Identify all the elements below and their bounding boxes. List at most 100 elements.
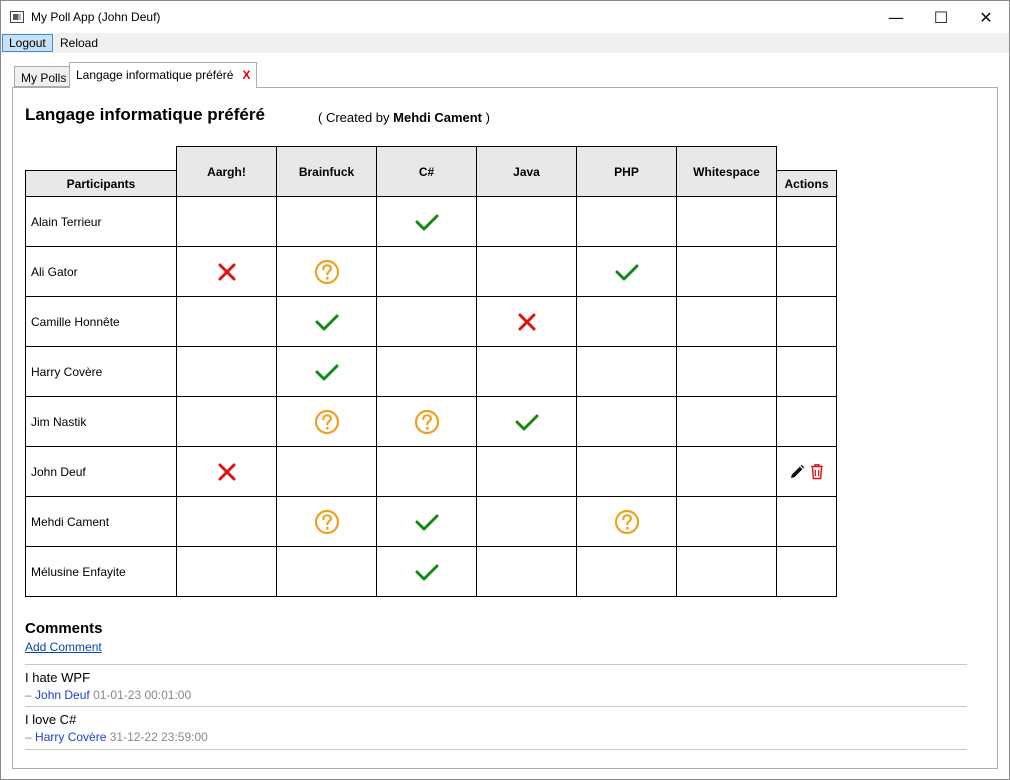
vote-cell — [676, 396, 777, 447]
vote-cell — [476, 396, 577, 447]
trash-icon[interactable] — [809, 463, 825, 480]
tab-my-polls[interactable]: My Polls — [14, 66, 74, 87]
vote-cell — [676, 296, 777, 347]
choice-header-label: Aargh! — [207, 164, 246, 179]
comments-title: Comments — [25, 620, 103, 637]
vote-cell — [176, 546, 277, 597]
vote-cell — [276, 496, 377, 547]
vote-cell — [176, 246, 277, 297]
vote-cell — [476, 346, 577, 397]
vote-cell — [576, 396, 677, 447]
vote-cell — [276, 296, 377, 347]
vote-cell — [276, 546, 377, 597]
participant-name-cell: Alain Terrieur — [25, 196, 177, 247]
choice-header-label: C# — [418, 164, 435, 179]
app-icon — [10, 11, 24, 23]
participant-name: Mélusine Enfayite — [31, 564, 126, 579]
close-window-button[interactable]: ✕ — [963, 1, 1009, 33]
actions-cell — [776, 296, 837, 347]
menu-bar: Logout Reload — [1, 33, 1009, 53]
vote-cell — [576, 296, 677, 347]
participant-name: Mehdi Cament — [31, 514, 110, 529]
participant-name-cell: Mehdi Cament — [25, 496, 177, 547]
window-title: My Poll App (John Deuf) — [31, 10, 161, 24]
tab-close-button[interactable]: X — [242, 68, 250, 82]
participant-name-cell: Camille Honnête — [25, 296, 177, 347]
vote-cell — [576, 446, 677, 497]
vote-cell — [176, 346, 277, 397]
comment-meta: – John Deuf 01-01-23 00:01:00 — [25, 688, 191, 702]
participant-name-cell: Jim Nastik — [25, 396, 177, 447]
participant-name-cell: Harry Covère — [25, 346, 177, 397]
participants-header-label: Participants — [66, 176, 136, 191]
menu-logout[interactable]: Logout — [2, 34, 53, 52]
vote-cell — [476, 296, 577, 347]
vote-cell — [276, 396, 377, 447]
check-icon — [315, 314, 338, 330]
vote-cell — [676, 196, 777, 247]
pencil-icon[interactable] — [789, 464, 805, 480]
vote-cell — [276, 446, 377, 497]
vote-cell — [476, 546, 577, 597]
minimize-button[interactable]: — — [873, 1, 919, 33]
participant-name: Harry Covère — [31, 364, 103, 379]
check-icon — [315, 364, 338, 380]
menu-reload[interactable]: Reload — [54, 34, 104, 52]
vote-cell — [576, 346, 677, 397]
cross-icon — [518, 313, 535, 330]
comment-text: I love C# — [25, 712, 77, 727]
comment-meta: – Harry Covère 31-12-22 23:59:00 — [25, 730, 208, 744]
check-icon — [515, 414, 538, 430]
vote-cell — [676, 496, 777, 547]
comment-text: I hate WPF — [25, 670, 91, 685]
actions-header: Actions — [776, 170, 837, 197]
actions-cell — [776, 346, 837, 397]
vote-cell — [376, 396, 477, 447]
vote-cell — [276, 346, 377, 397]
title-bar: My Poll App (John Deuf) — ☐ ✕ — [1, 1, 1009, 33]
comment-author[interactable]: John Deuf — [35, 688, 90, 702]
comment-divider — [25, 749, 967, 750]
tab-my-polls-label: My Polls — [21, 71, 67, 85]
question-icon — [314, 409, 339, 434]
choice-header: PHP — [576, 146, 677, 197]
vote-cell — [376, 196, 477, 247]
vote-cell — [576, 196, 677, 247]
comment-author[interactable]: Harry Covère — [35, 730, 106, 744]
comment-dash: – — [25, 730, 32, 744]
choice-header-label: PHP — [614, 164, 639, 179]
add-comment-link[interactable]: Add Comment — [25, 640, 102, 654]
vote-cell — [476, 496, 577, 547]
app-window: My Poll App (John Deuf) — ☐ ✕ Logout Rel… — [0, 0, 1010, 780]
vote-cell — [376, 346, 477, 397]
vote-cell — [376, 246, 477, 297]
vote-cell — [676, 246, 777, 297]
comment-dash: – — [25, 688, 32, 702]
vote-cell — [376, 296, 477, 347]
check-icon — [415, 564, 438, 580]
cross-icon — [218, 263, 235, 280]
participant-name: Ali Gator — [31, 264, 78, 279]
question-icon — [414, 409, 439, 434]
created-suffix: ) — [485, 110, 490, 125]
comment-divider — [25, 706, 967, 707]
participant-name: Camille Honnête — [31, 314, 120, 329]
check-icon — [615, 264, 638, 280]
vote-cell — [276, 246, 377, 297]
vote-cell — [576, 496, 677, 547]
vote-cell — [676, 546, 777, 597]
vote-cell — [676, 446, 777, 497]
participant-name: Jim Nastik — [31, 414, 87, 429]
comment-date: 01-01-23 00:01:00 — [93, 688, 192, 702]
question-icon — [614, 509, 639, 534]
vote-cell — [676, 346, 777, 397]
actions-cell — [776, 546, 837, 597]
vote-cell — [576, 246, 677, 297]
poll-creator: ( Created by Mehdi Cament ) — [318, 110, 490, 125]
choice-header-label: Brainfuck — [298, 164, 355, 179]
actions-cell — [776, 496, 837, 547]
actions-header-label: Actions — [784, 176, 829, 191]
maximize-button[interactable]: ☐ — [918, 1, 964, 33]
question-icon — [314, 509, 339, 534]
tab-poll[interactable]: Langage informatique préféré X — [69, 62, 258, 88]
